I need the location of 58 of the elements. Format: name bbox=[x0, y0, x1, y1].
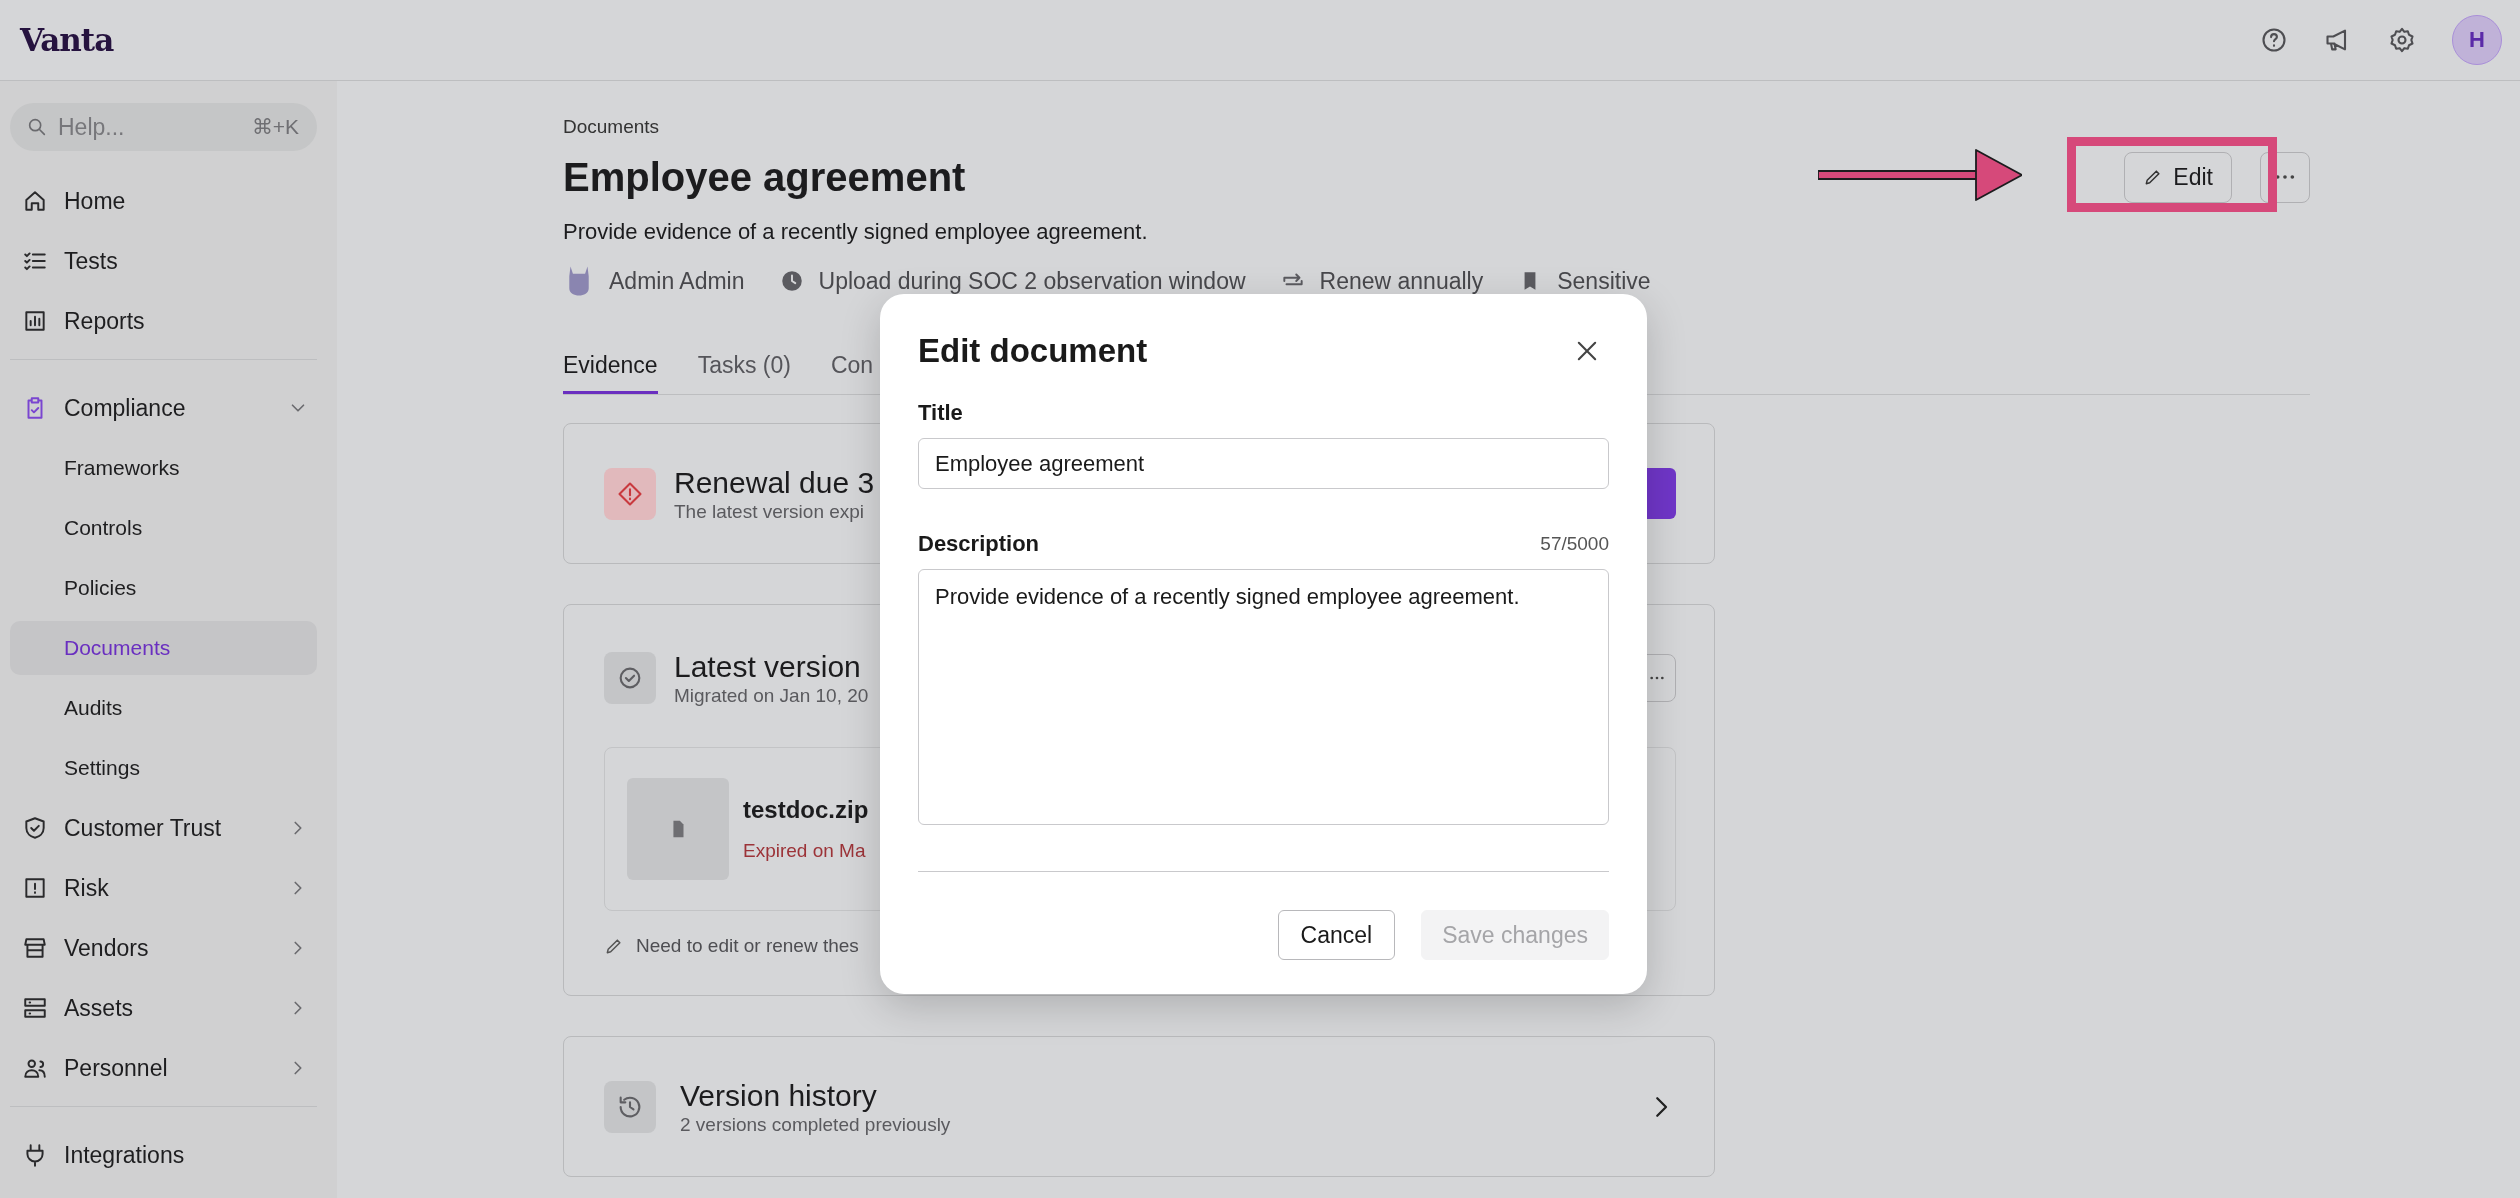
sidebar-item[interactable]: Home bbox=[10, 174, 317, 228]
page-title: Employee agreement bbox=[563, 154, 966, 200]
dialog-title: Edit document bbox=[918, 332, 1148, 370]
shield-check-icon bbox=[22, 815, 48, 841]
sidebar-item[interactable]: Assets bbox=[10, 981, 317, 1035]
card-title: Latest version bbox=[674, 649, 862, 685]
sidebar-item[interactable]: Personnel bbox=[10, 1041, 317, 1095]
home-icon bbox=[22, 188, 48, 214]
sidebar-item[interactable]: Policies bbox=[10, 561, 317, 615]
field-label: Title bbox=[918, 400, 963, 426]
title-field[interactable]: Employee agreement bbox=[918, 438, 1609, 489]
card-title: Version history bbox=[679, 1077, 878, 1114]
shortcut-hint: ⌘+K bbox=[251, 115, 299, 139]
breadcrumb[interactable]: Documents bbox=[563, 115, 2520, 139]
sidebar-item[interactable]: Controls bbox=[10, 501, 317, 555]
page-description: Provide evidence of a recently signed employee agreement. bbox=[563, 218, 1149, 246]
bar-chart-icon bbox=[22, 308, 48, 334]
field-label: Description bbox=[918, 531, 1040, 557]
user-avatar[interactable]: H bbox=[2452, 15, 2502, 65]
card-subtitle: 2 versions completed previously bbox=[679, 1113, 951, 1136]
sidebar-item[interactable]: Tests bbox=[10, 234, 317, 288]
more-icon bbox=[1649, 675, 1665, 681]
sidebar-item[interactable]: Reports bbox=[10, 294, 317, 348]
card-subtitle: Migrated on Jan 10, 20 bbox=[674, 685, 869, 707]
meta-text: Upload during SOC 2 observation window bbox=[818, 267, 1246, 295]
description-field[interactable]: Provide evidence of a recently signed employee agreement. bbox=[918, 569, 1609, 825]
character-counter: 57/5000 bbox=[1540, 533, 1609, 555]
sidebar-item[interactable]: Documents bbox=[10, 621, 317, 675]
tab[interactable]: Con bbox=[830, 342, 874, 394]
sidebar-item[interactable]: Customer Trust bbox=[10, 801, 317, 855]
card-subtitle: The latest version expi bbox=[674, 500, 866, 523]
file-name: testdoc.zip bbox=[743, 796, 869, 824]
logo[interactable]: Vanta bbox=[20, 22, 114, 58]
pencil-icon bbox=[604, 936, 624, 956]
sidebar-item[interactable]: Settings bbox=[10, 741, 317, 795]
card-title: Renewal due 3 bbox=[674, 464, 875, 501]
server-icon bbox=[22, 995, 48, 1021]
search-icon bbox=[26, 116, 48, 138]
sidebar-item[interactable]: Compliance bbox=[10, 381, 317, 435]
note-text: Need to edit or renew thes bbox=[636, 935, 859, 957]
help-icon[interactable] bbox=[2260, 26, 2288, 54]
sidebar-item[interactable]: Integrations bbox=[10, 1128, 317, 1182]
edit-button[interactable]: Edit bbox=[2124, 151, 2232, 203]
store-icon bbox=[22, 935, 48, 961]
meta-text: Admin Admin bbox=[609, 267, 745, 295]
meta-text: Renew annually bbox=[1319, 267, 1484, 295]
file-status: Expired on Ma bbox=[743, 840, 867, 862]
cancel-button[interactable]: Cancel bbox=[1277, 910, 1396, 960]
sidebar-item[interactable]: Vendors bbox=[10, 921, 317, 975]
more-icon bbox=[2274, 173, 2296, 181]
version-history-card[interactable]: Version history 2 versions completed previously bbox=[563, 1036, 1715, 1177]
sidebar-item[interactable]: Risk bbox=[10, 861, 317, 915]
sidebar-item[interactable]: Audits bbox=[10, 681, 317, 735]
tab[interactable]: Evidence bbox=[563, 342, 658, 394]
settings-icon[interactable] bbox=[2388, 26, 2416, 54]
sidebar-item[interactable]: Frameworks bbox=[10, 441, 317, 495]
tab[interactable]: Tasks (0) bbox=[697, 342, 791, 394]
meta-text: Sensitive bbox=[1557, 267, 1651, 295]
